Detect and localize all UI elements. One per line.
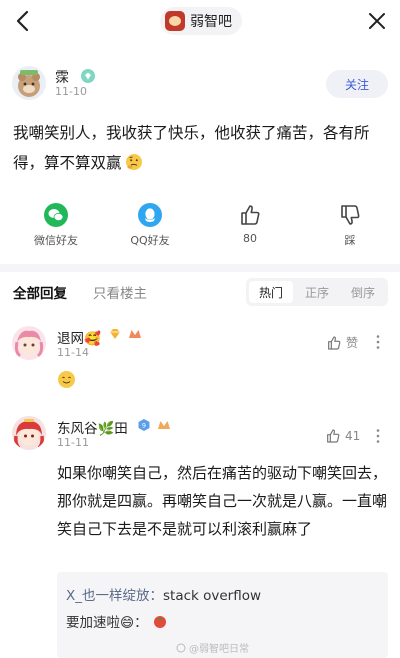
comment-date: 11-14 <box>57 346 89 359</box>
commenter-name[interactable]: 退网🥰 <box>57 327 101 347</box>
svg-text:9: 9 <box>142 422 146 430</box>
sub-reply: 要加速啦😄： <box>66 611 168 631</box>
share-qq-button[interactable]: QQ好友 <box>105 198 195 254</box>
weibo-icon <box>176 643 186 652</box>
comment-text: 如果你嘲笑自己，然后在痛苦的驱动下嘲笑回去，那你就是四赢。再嘲笑自己一次就是八赢… <box>57 464 388 538</box>
post-text: 我嘲笑别人，我收获了快乐，他收获了痛苦，各有所得，算不算双赢 <box>13 124 370 172</box>
dislike-label: 踩 <box>344 234 356 247</box>
sort-switch: 热门 正序 倒序 <box>246 278 388 306</box>
wechat-icon <box>44 203 68 227</box>
dislike-button[interactable]: 踩 <box>305 198 395 254</box>
post-body: 我嘲笑别人，我收获了快乐，他收获了痛苦，各有所得，算不算双赢 <box>13 118 388 178</box>
reply-tabs: 全部回复 只看楼主 热门 正序 倒序 <box>0 272 400 312</box>
sort-desc-button[interactable]: 倒序 <box>341 281 385 303</box>
more-options-icon[interactable] <box>374 334 382 350</box>
diamond-badge-icon <box>81 69 95 83</box>
tab-all-replies[interactable]: 全部回复 <box>13 282 67 302</box>
sub-reply-user[interactable]: X_也一样绽放： <box>66 588 163 604</box>
comment-item: 退网🥰 11-14 赞 <box>0 322 400 398</box>
gold-diamond-badge-icon <box>110 329 120 339</box>
level-badge-icon <box>129 330 141 338</box>
follow-button[interactable]: 关注 <box>326 70 388 98</box>
commenter-avatar[interactable] <box>12 326 46 360</box>
thumbs-down-icon <box>341 205 360 225</box>
commenter-name[interactable]: 东风谷🌿田 <box>57 417 128 437</box>
close-icon[interactable] <box>364 8 390 34</box>
smiling-face-icon <box>58 371 75 388</box>
comment-like-count: 41 <box>345 429 361 443</box>
qq-icon <box>138 203 162 227</box>
share-bar: 微信好友 QQ好友 80 踩 <box>0 198 400 254</box>
tomato-emoji-icon <box>153 616 166 628</box>
sub-reply-user[interactable]: 要加速啦😄： <box>66 611 148 631</box>
thumbs-up-icon <box>328 335 341 350</box>
author-name[interactable]: 霂 <box>55 67 69 87</box>
commenter-avatar[interactable] <box>12 416 46 450</box>
like-button[interactable]: 80 <box>205 198 295 254</box>
top-bar: 弱智吧 <box>0 0 400 42</box>
comment-item: 东风谷🌿田 9 11-11 41 如果你嘲笑自己，然后在痛苦的驱动下嘲笑回去，那… <box>0 412 400 572</box>
post-date: 11-10 <box>55 85 87 98</box>
comment-date: 11-11 <box>57 436 89 449</box>
watermark: @弱智吧日常 <box>176 640 249 655</box>
share-wechat-label: 微信好友 <box>34 234 78 247</box>
sub-reply: X_也一样绽放：stack overflow <box>66 584 261 604</box>
forum-pill[interactable]: 弱智吧 <box>160 7 242 35</box>
blue-level-badge-icon: 9 <box>138 419 150 431</box>
comment-like-button[interactable]: 41 <box>325 428 360 444</box>
forum-name: 弱智吧 <box>190 14 232 30</box>
forum-logo <box>165 11 185 31</box>
level-badge-icon <box>158 421 170 429</box>
back-icon[interactable] <box>12 9 36 33</box>
sort-hot-button[interactable]: 热门 <box>249 281 293 303</box>
share-qq-label: QQ好友 <box>130 234 170 247</box>
comment-like-label: 赞 <box>346 336 359 350</box>
thumbs-up-icon <box>241 205 260 225</box>
share-wechat-button[interactable]: 微信好友 <box>11 198 101 254</box>
like-count: 80 <box>243 232 257 245</box>
comment-like-button[interactable]: 赞 <box>326 334 358 351</box>
more-options-icon[interactable] <box>374 428 382 444</box>
section-divider <box>0 264 400 272</box>
sort-asc-button[interactable]: 正序 <box>295 281 339 303</box>
author-avatar[interactable] <box>12 66 46 100</box>
tab-op-only[interactable]: 只看楼主 <box>93 282 147 302</box>
thinking-face-icon <box>125 154 142 170</box>
sub-reply-text: stack overflow <box>163 588 262 604</box>
thumbs-up-icon <box>327 429 340 443</box>
watermark-text: @弱智吧日常 <box>189 644 249 655</box>
post-author-row: 霂 11-10 关注 <box>12 66 388 102</box>
